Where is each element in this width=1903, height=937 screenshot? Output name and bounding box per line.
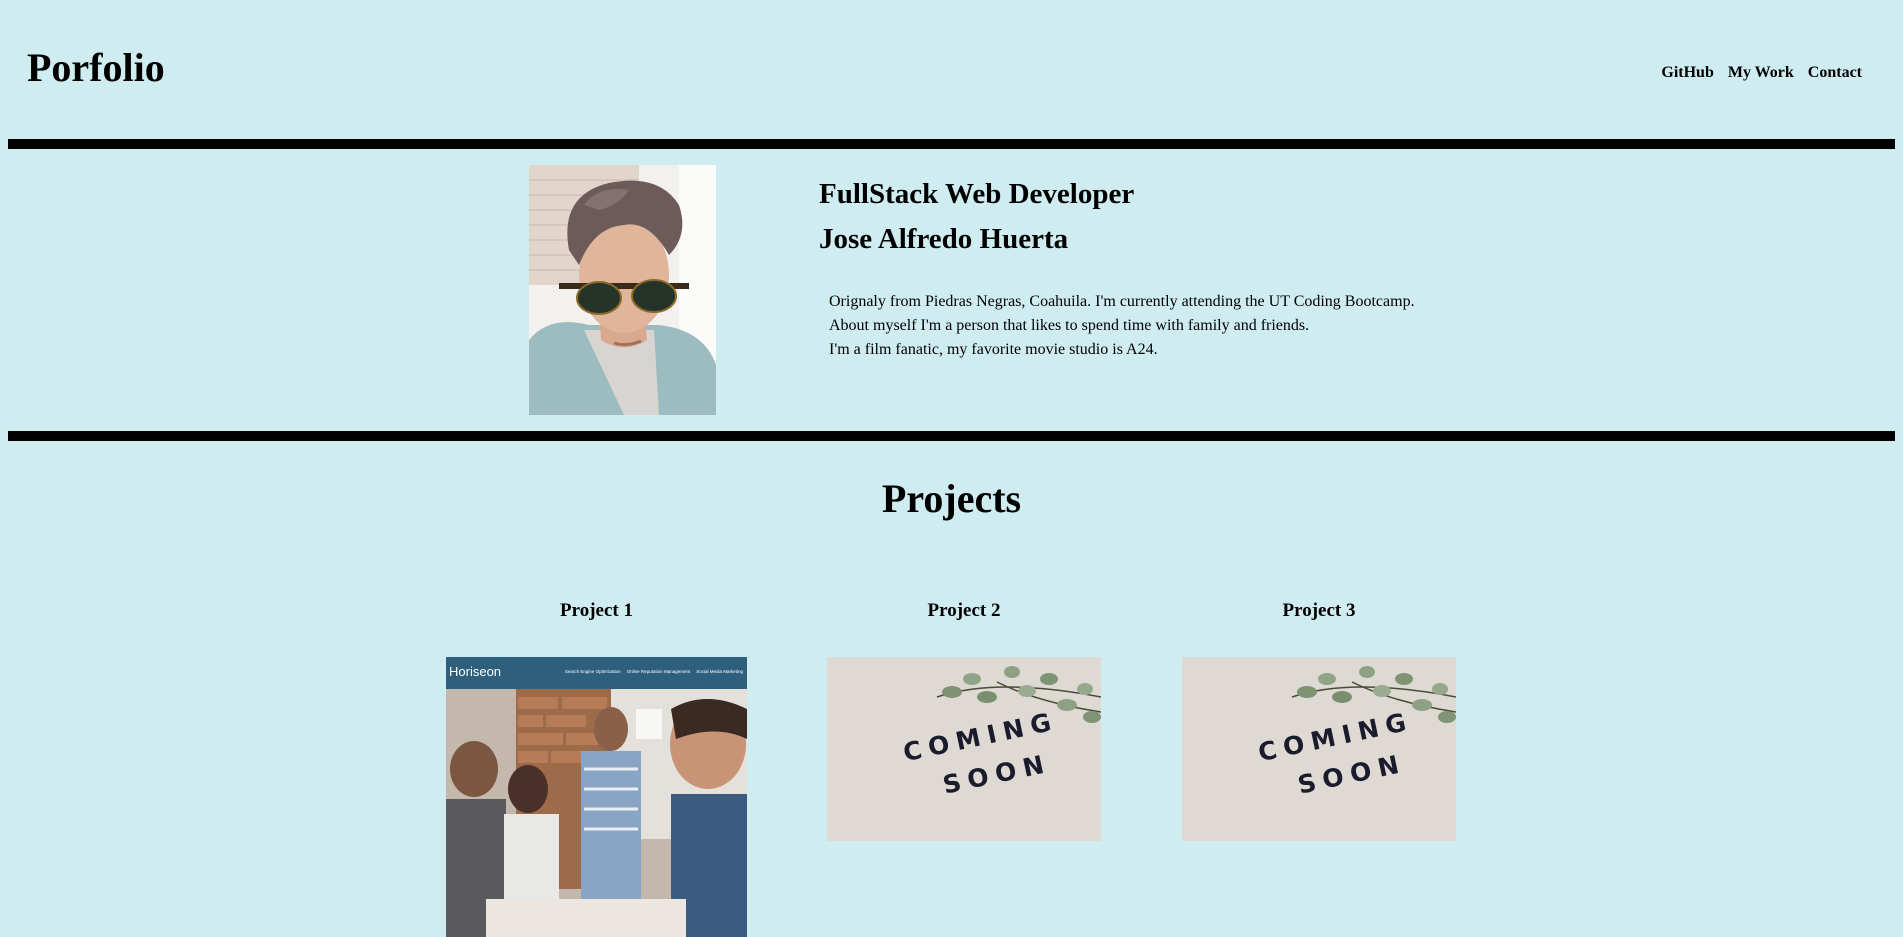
job-title: FullStack Web Developer: [819, 178, 1135, 210]
header-divider: [8, 139, 1895, 149]
nav-github-link[interactable]: GitHub: [1661, 64, 1713, 82]
bio-line: Orignaly from Piedras Negras, Coahuila. …: [829, 293, 1415, 310]
site-title: Porfolio: [27, 45, 165, 90]
projects-heading: Projects: [881, 476, 1022, 521]
horiseon-header: Horiseon Search Engine Optimization Onli…: [446, 657, 747, 689]
nav-my-work-link[interactable]: My Work: [1728, 64, 1794, 82]
bio-line: About myself I'm a person that likes to …: [829, 317, 1310, 334]
project-1-thumbnail[interactable]: Horiseon Search Engine Optimization Onli…: [446, 657, 747, 937]
project-card-3: Project 3 COMING SOON: [1182, 600, 1456, 841]
horiseon-nav-item: Search Engine Optimization: [564, 669, 621, 674]
bio-line: I'm a film fanatic, my favorite movie st…: [829, 341, 1158, 358]
project-title: Project 3: [1282, 600, 1356, 621]
person-name: Jose Alfredo Huerta: [819, 223, 1069, 255]
horiseon-logo: Horiseon: [449, 664, 502, 679]
portfolio-page: Porfolio GitHub My Work Contact FullStac…: [0, 0, 1903, 937]
project-title: Project 1: [560, 600, 633, 621]
main-nav: GitHub My Work Contact: [1661, 64, 1862, 82]
horiseon-nav-item: Online Reputation Management: [626, 669, 691, 674]
project-title: Project 2: [927, 600, 1001, 621]
team-meeting-photo: [446, 689, 747, 937]
profile-photo: [529, 165, 716, 415]
section-divider: [8, 431, 1895, 441]
nav-contact-link[interactable]: Contact: [1808, 64, 1862, 82]
project-card-1: Project 1 Horiseon Search Engine Optimiz…: [446, 600, 747, 937]
project-card-2: Project 2 COMING SOON: [827, 600, 1101, 841]
project-2-thumbnail[interactable]: COMING SOON: [827, 657, 1101, 841]
horiseon-nav: Search Engine Optimization Online Reputa…: [565, 669, 743, 674]
bio-text: Orignaly from Piedras Negras, Coahuila. …: [829, 290, 1415, 362]
horiseon-nav-item: Social Media Marketing: [696, 669, 743, 674]
project-3-thumbnail[interactable]: COMING SOON: [1182, 657, 1456, 841]
